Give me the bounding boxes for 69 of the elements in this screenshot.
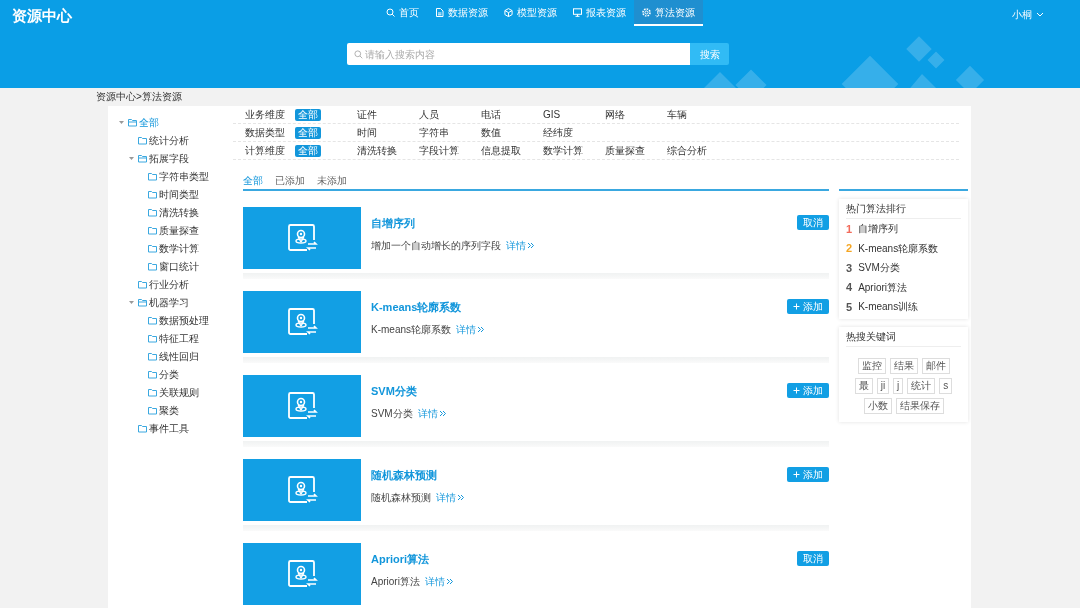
card-description: K-means轮廓系数 [371,322,451,337]
tree-item[interactable]: 拓展字段 [149,150,189,166]
tree-item[interactable]: 分类 [159,366,179,382]
filter-option[interactable]: 时间 [357,127,377,138]
ranking-item[interactable]: 自增序列 [858,221,899,237]
keyword-tag[interactable]: 邮件 [921,357,950,374]
nav-tab[interactable]: 算法资源 [633,0,703,26]
tree-item[interactable]: 关联规则 [159,384,199,400]
tree-item[interactable]: 事件工具 [149,420,189,436]
app-logo: 资源中心 [12,6,72,26]
tree-item[interactable]: 时间类型 [159,186,199,202]
ranking-item[interactable]: Apriori算法 [858,279,908,295]
keyword-tag[interactable]: 统计 [907,377,936,394]
filter-option[interactable]: 信息提取 [481,145,521,156]
filter-option[interactable]: 电话 [481,109,501,120]
filter-option[interactable]: GIS [543,109,561,120]
rank-number: 5 [846,299,853,315]
rank-number: 3 [846,260,853,276]
filter-option[interactable]: 车辆 [667,109,687,120]
breadcrumb: 资源中心>算法资源 [96,91,182,103]
filter-option[interactable]: 证件 [357,109,377,120]
ranking-item[interactable]: K-means训练 [858,299,919,315]
filter-option[interactable]: 网络 [605,109,625,120]
ranking-item[interactable]: K-means轮廓系数 [858,240,939,256]
keyword-tag[interactable]: 结果 [889,357,918,374]
card-description: SVM分类 [371,406,413,421]
filter-option[interactable]: 字符串 [419,127,449,138]
filter-option[interactable]: 人员 [419,109,439,120]
filter-tab[interactable]: 未添加 [317,173,347,189]
search-field[interactable]: 请输入搜索内容 [347,43,690,65]
filter-label: 数据类型 [244,126,286,140]
filter-option[interactable]: 数学计算 [543,145,583,156]
tree-item[interactable]: 统计分析 [149,132,189,148]
filter-label: 计算维度 [244,144,286,158]
card-description: Apriori算法 [371,574,420,589]
filter-option[interactable]: 经纬度 [543,127,573,138]
keyword-tag[interactable]: 结果保存 [895,397,944,414]
filter-option[interactable]: 清洗转换 [357,145,397,156]
tree-item[interactable]: 数学计算 [159,240,199,256]
rank-number: 4 [846,280,853,295]
tree-item[interactable]: 聚类 [159,402,179,418]
card-description: 随机森林预测 [371,490,431,505]
filter-option[interactable]: 字段计算 [419,145,459,156]
filter-option[interactable]: 质量探查 [605,145,645,156]
keyword-tag[interactable]: 最 [854,377,873,394]
tree-item[interactable]: 数据预处理 [159,312,209,328]
tree-item[interactable]: 线性回归 [159,348,199,364]
keyword-tag[interactable]: ji [876,377,890,394]
keyword-tag[interactable]: 监控 [857,357,886,374]
card-description: 增加一个自动增长的序列字段 [371,238,501,253]
tree-item[interactable]: 字符串类型 [159,168,209,184]
tree-item[interactable]: 特征工程 [159,330,199,346]
tree-item[interactable]: 质量探查 [159,222,199,238]
filter-tab[interactable]: 已添加 [275,173,305,189]
filter-option[interactable]: 数值 [481,127,501,138]
tree-item[interactable]: 机器学习 [149,294,189,310]
filter-option[interactable]: 综合分析 [667,145,707,156]
keyword-tag[interactable]: 小数 [863,397,892,414]
tree-item[interactable]: 行业分析 [149,276,189,292]
rank-number: 2 [846,241,853,256]
card-title: 热门算法排行 [846,199,961,219]
keyword-tag[interactable]: s [939,377,953,394]
rank-number: 1 [846,221,853,237]
tree-item[interactable]: 窗口统计 [159,258,199,274]
keyword-tag[interactable]: j [893,377,904,394]
tree-item[interactable]: 清洗转换 [159,204,199,220]
card-title: 热搜关键词 [846,326,961,347]
filter-label: 业务维度 [244,108,286,122]
ranking-item[interactable]: SVM分类 [858,260,900,276]
